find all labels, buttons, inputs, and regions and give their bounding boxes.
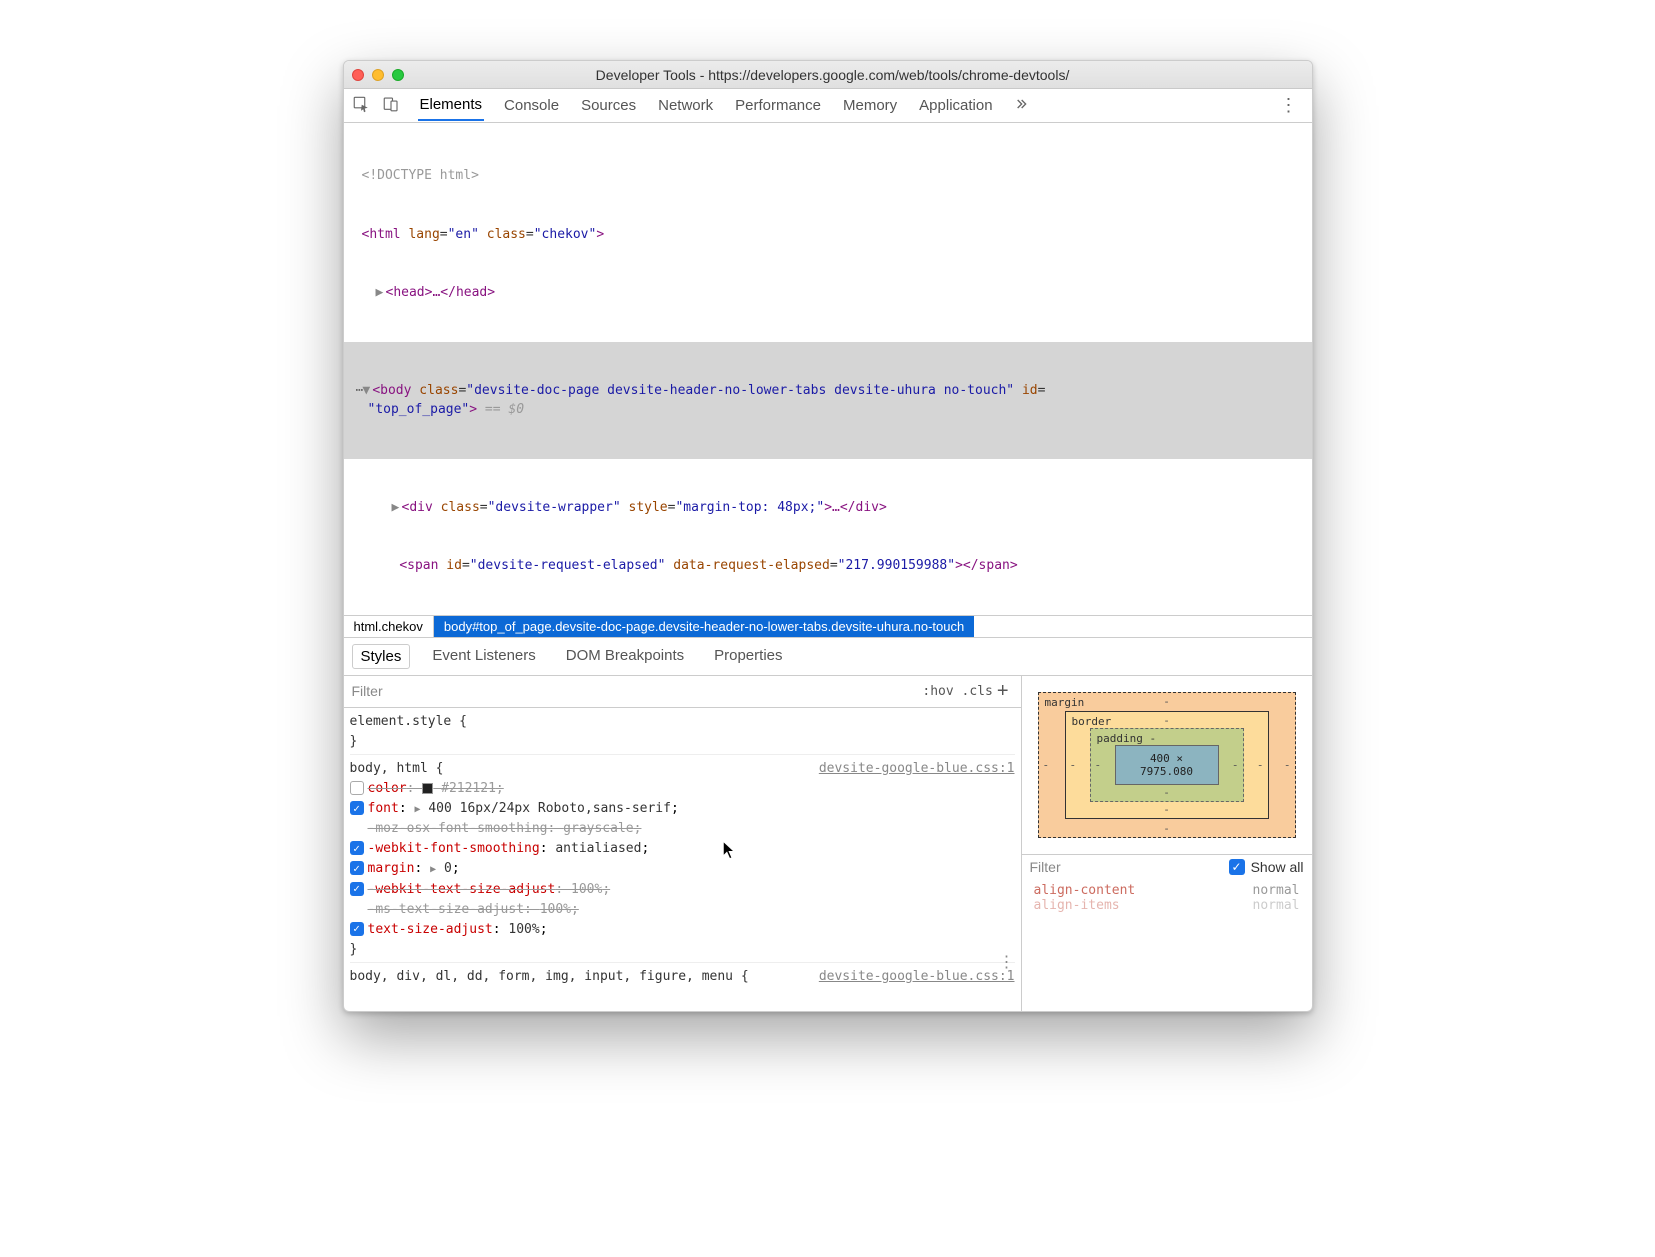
subtab-properties[interactable]: Properties xyxy=(706,644,790,669)
rule-body-div-etc[interactable]: devsite-google-blue.css:1 body, div, dl,… xyxy=(350,967,1015,989)
toggle-checkbox[interactable]: ✓ xyxy=(350,801,364,815)
toggle-checkbox[interactable]: ✓ xyxy=(350,841,364,855)
subtab-styles[interactable]: Styles xyxy=(352,644,411,669)
tab-application[interactable]: Application xyxy=(917,91,994,120)
decl-font[interactable]: ✓ font: ▶ 400 16px/24px Roboto,sans-seri… xyxy=(350,799,1015,819)
breadcrumb-spacer xyxy=(974,616,1311,637)
checkbox-checked-icon: ✓ xyxy=(1229,859,1245,875)
color-swatch-icon[interactable] xyxy=(422,783,433,794)
decl-webkit-font-smoothing[interactable]: ✓ -webkit-font-smoothing: antialiased; xyxy=(350,839,1015,859)
styles-columns: Filter :hov .cls + element.style { } dev… xyxy=(344,676,1312,1011)
sidebar-tabs: Styles Event Listeners DOM Breakpoints P… xyxy=(344,638,1312,676)
more-tabs-icon[interactable] xyxy=(1013,96,1029,116)
computed-filter-row: Filter ✓ Show all xyxy=(1022,854,1312,879)
box-model-padding-label: padding - xyxy=(1097,732,1157,745)
tab-elements[interactable]: Elements xyxy=(418,90,485,121)
dom-head[interactable]: ▶<head>…</head> xyxy=(350,283,1306,303)
source-link[interactable]: devsite-google-blue.css:1 xyxy=(819,967,1015,987)
box-model-margin-label: margin xyxy=(1045,696,1085,709)
decl-ms-text-size-adjust[interactable]: -ms-text-size-adjust: 100%; xyxy=(350,900,1015,920)
decl-webkit-text-size-adjust[interactable]: ✓ -webkit-text-size-adjust: 100%; xyxy=(350,880,1015,900)
decl-text-size-adjust[interactable]: ✓ text-size-adjust: 100%; xyxy=(350,920,1015,940)
expand-shorthand-icon[interactable]: ▶ xyxy=(414,802,420,818)
computed-filter-input[interactable]: Filter xyxy=(1030,859,1061,875)
subtab-event-listeners[interactable]: Event Listeners xyxy=(424,644,543,669)
breadcrumb-html[interactable]: html.chekov xyxy=(344,616,434,637)
expand-shorthand-icon[interactable]: ▶ xyxy=(430,862,436,878)
toggle-checkbox[interactable]: ✓ xyxy=(350,861,364,875)
breadcrumb-body[interactable]: body#top_of_page.devsite-doc-page.devsit… xyxy=(434,616,974,637)
expand-icon[interactable]: ▶ xyxy=(392,498,402,518)
toggle-checkbox[interactable]: ✓ xyxy=(350,882,364,896)
dom-tree[interactable]: <!DOCTYPE html> <html lang="en" class="c… xyxy=(344,123,1312,615)
hov-toggle[interactable]: :hov xyxy=(922,684,953,699)
expand-icon[interactable]: ▶ xyxy=(376,283,386,303)
toggle-checkbox[interactable] xyxy=(350,781,364,795)
box-model[interactable]: margin - - - - border - - - - padding xyxy=(1022,676,1312,854)
window-title: Developer Tools - https://developers.goo… xyxy=(362,67,1304,83)
dom-doctype[interactable]: <!DOCTYPE html> xyxy=(350,166,1306,186)
decl-color[interactable]: color: #212121; xyxy=(350,779,1015,799)
decl-moz-osx[interactable]: -moz-osx-font-smoothing: grayscale; xyxy=(350,819,1015,839)
inspect-element-icon[interactable] xyxy=(352,95,370,117)
tab-network[interactable]: Network xyxy=(656,91,715,120)
styles-rules: element.style { } devsite-google-blue.cs… xyxy=(344,708,1021,1011)
settings-menu-icon[interactable]: ⋮ xyxy=(1274,95,1304,116)
styles-panel: Filter :hov .cls + element.style { } dev… xyxy=(344,676,1022,1011)
titlebar: Developer Tools - https://developers.goo… xyxy=(344,61,1312,89)
toggle-checkbox[interactable]: ✓ xyxy=(350,922,364,936)
collapse-icon[interactable]: ▼ xyxy=(362,381,372,401)
box-model-content: 400 × 7975.080 xyxy=(1115,745,1219,785)
show-all-toggle[interactable]: ✓ Show all xyxy=(1229,859,1304,875)
styles-filter-input[interactable]: Filter xyxy=(352,683,383,699)
tab-sources[interactable]: Sources xyxy=(579,91,638,120)
source-link[interactable]: devsite-google-blue.css:1 xyxy=(819,759,1015,779)
box-model-border-label: border xyxy=(1072,715,1112,728)
ellipsis-icon: ⋯ xyxy=(356,383,363,398)
tab-console[interactable]: Console xyxy=(502,91,561,120)
dom-body-selected[interactable]: ⋯▼<body class="devsite-doc-page devsite-… xyxy=(344,342,1312,459)
tab-performance[interactable]: Performance xyxy=(733,91,823,120)
dom-breadcrumb: html.chekov body#top_of_page.devsite-doc… xyxy=(344,615,1312,638)
computed-row[interactable]: align-content normal xyxy=(1034,883,1300,898)
main-toolbar: Elements Console Sources Network Perform… xyxy=(344,89,1312,123)
computed-row[interactable]: align-items normal xyxy=(1034,898,1300,913)
cls-toggle[interactable]: .cls xyxy=(962,684,993,699)
styles-filter-row: Filter :hov .cls + xyxy=(344,676,1021,708)
rule-body-html[interactable]: devsite-google-blue.css:1 body, html { c… xyxy=(350,759,1015,963)
element-style-block[interactable]: element.style { } xyxy=(350,712,1015,755)
dom-html-open[interactable]: <html lang="en" class="chekov"> xyxy=(350,225,1306,245)
new-style-rule-button[interactable]: + xyxy=(993,680,1013,703)
rule-menu-icon[interactable]: ⋮ xyxy=(999,950,1015,975)
tab-memory[interactable]: Memory xyxy=(841,91,899,120)
dom-span-elapsed[interactable]: <span id="devsite-request-elapsed" data-… xyxy=(350,556,1306,576)
device-toolbar-icon[interactable] xyxy=(382,95,400,117)
devtools-window: Developer Tools - https://developers.goo… xyxy=(343,60,1313,1012)
panel-tabs: Elements Console Sources Network Perform… xyxy=(418,90,1029,121)
dom-div-wrapper[interactable]: ▶<div class="devsite-wrapper" style="mar… xyxy=(350,498,1306,518)
subtab-dom-breakpoints[interactable]: DOM Breakpoints xyxy=(558,644,692,669)
decl-margin[interactable]: ✓ margin: ▶ 0; xyxy=(350,859,1015,879)
computed-properties[interactable]: align-content normal align-items normal xyxy=(1022,879,1312,917)
computed-panel: margin - - - - border - - - - padding xyxy=(1022,676,1312,1011)
